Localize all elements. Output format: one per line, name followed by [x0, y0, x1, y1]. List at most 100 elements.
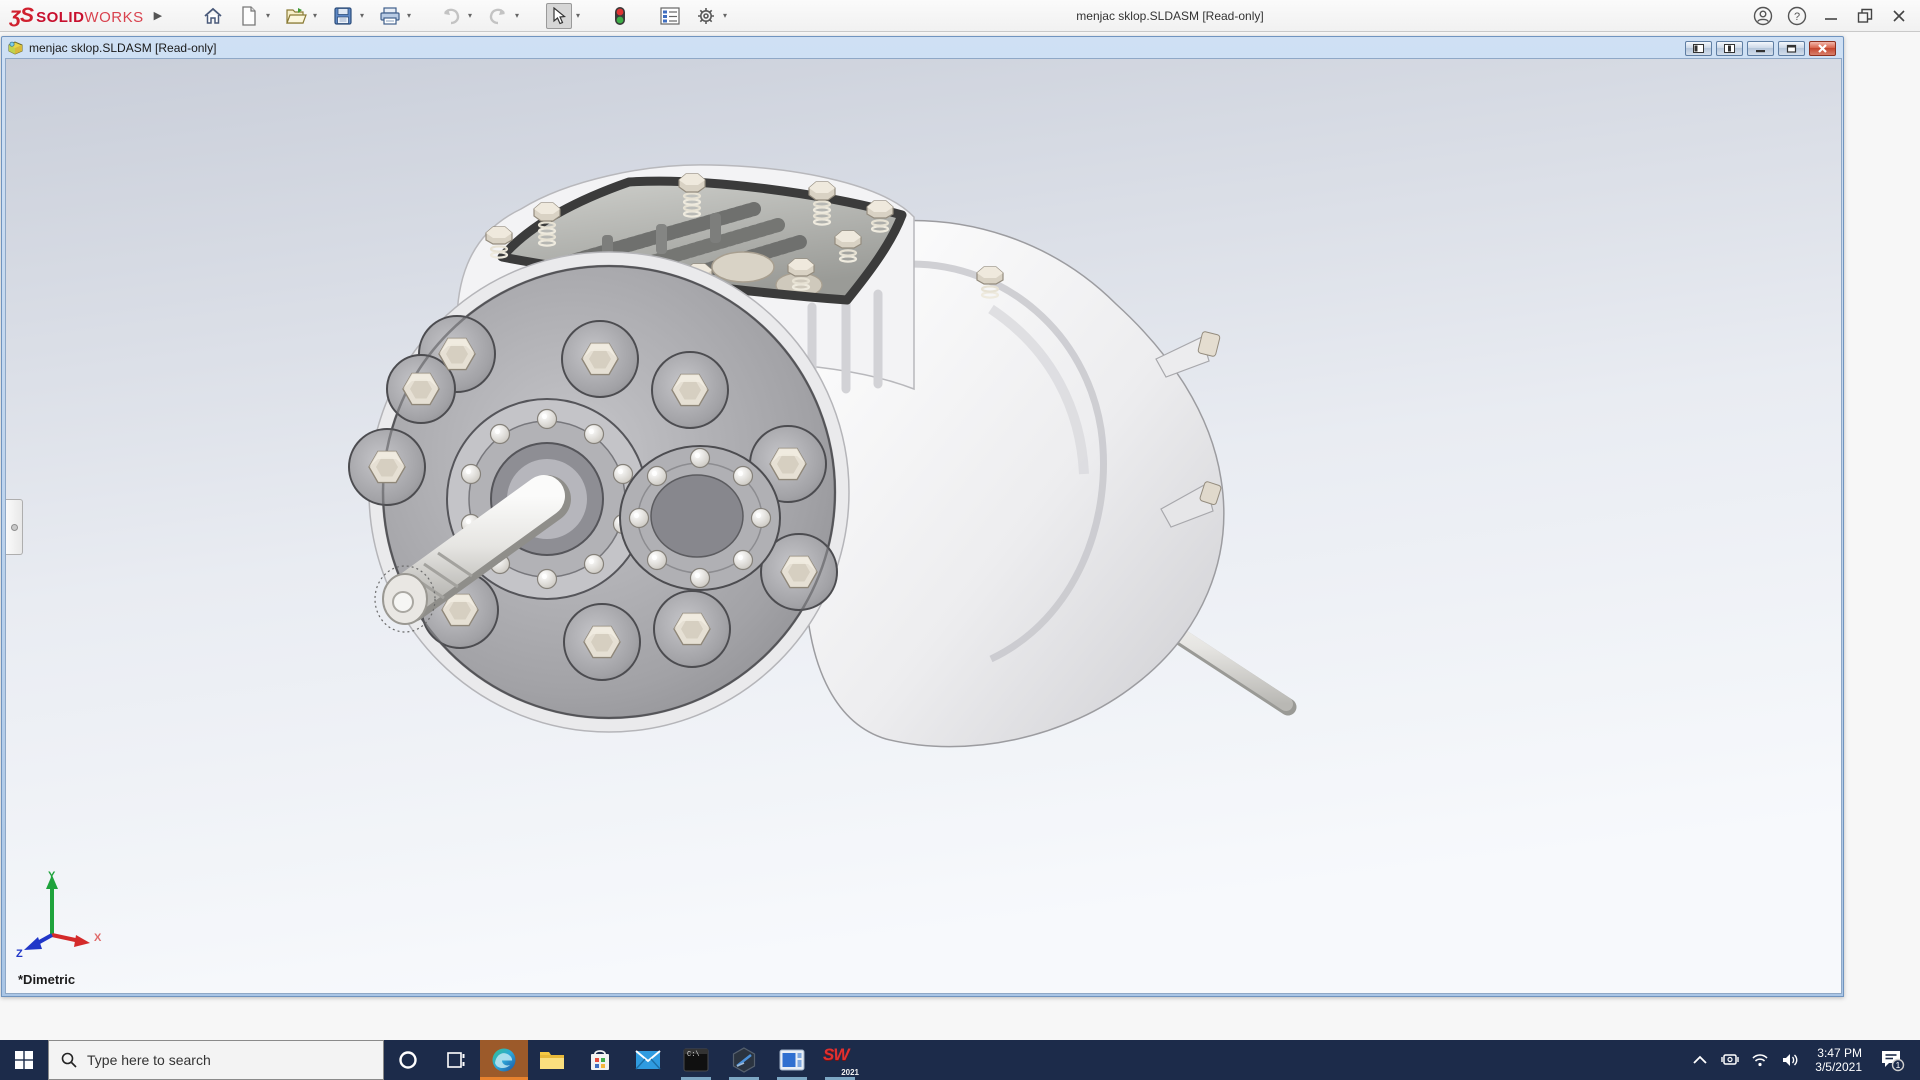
- windows-logo-icon: [15, 1051, 33, 1069]
- document-title: menjac sklop.SLDASM [Read-only]: [29, 41, 217, 55]
- action-center-button[interactable]: 1: [1872, 1040, 1912, 1080]
- undo-dropdown[interactable]: ▾: [465, 11, 475, 20]
- solidworks-logo-glyph: ʒS: [10, 3, 34, 27]
- taskbar-app-mail[interactable]: [624, 1040, 672, 1080]
- featuremanager-tab-dot: [10, 523, 18, 531]
- speaker-icon: [1783, 1054, 1798, 1066]
- taskbar-search[interactable]: [48, 1040, 384, 1080]
- orientation-triad: Y X Z: [16, 870, 102, 960]
- solidworks-icon-year: 2021: [841, 1068, 859, 1077]
- wifi-icon: [1752, 1054, 1768, 1067]
- appearance-button[interactable]: [607, 3, 633, 29]
- search-icon: [61, 1052, 77, 1068]
- open-button[interactable]: [283, 3, 309, 29]
- doc-close-button[interactable]: [1809, 40, 1836, 56]
- triad-x-label: X: [94, 932, 102, 944]
- clock-date: 3/5/2021: [1815, 1060, 1862, 1074]
- help-button[interactable]: ?: [1780, 2, 1814, 30]
- select-tool-button[interactable]: [546, 2, 573, 29]
- print-icon: [380, 6, 400, 25]
- minimize-button[interactable]: [1814, 2, 1848, 30]
- traffic-light-icon: [615, 6, 626, 25]
- task-view-button[interactable]: [432, 1040, 480, 1080]
- options-button[interactable]: [693, 3, 719, 29]
- menu-expand-arrow-icon[interactable]: ▶: [154, 9, 162, 22]
- taskbar-app-terminal[interactable]: C:\: [672, 1040, 720, 1080]
- solidworks-logo-light: WORKS: [84, 8, 144, 26]
- taskbar-app-store[interactable]: [576, 1040, 624, 1080]
- doc-minimize-button[interactable]: [1747, 40, 1774, 56]
- properties-list-icon: [660, 6, 680, 25]
- solidworks-taskbar-icon: SW 2021: [823, 1045, 859, 1077]
- doc-restore-icon: [1786, 44, 1797, 53]
- hexagon-app-icon: [732, 1047, 756, 1073]
- triad-y-label: Y: [48, 870, 56, 882]
- open-dropdown[interactable]: ▾: [310, 11, 320, 20]
- print-dropdown[interactable]: ▾: [404, 11, 414, 20]
- pane-right-icon: [1724, 43, 1735, 53]
- document-window: menjac sklop.SLDASM [Read-only] Y X Z *D…: [1, 36, 1844, 997]
- tray-meet-now[interactable]: [1715, 1040, 1745, 1080]
- taskbar-app-media[interactable]: [768, 1040, 816, 1080]
- terminal-icon: C:\: [683, 1048, 709, 1072]
- minimize-icon: [1825, 18, 1837, 20]
- undo-button[interactable]: [438, 3, 464, 29]
- options-dropdown[interactable]: ▾: [720, 11, 730, 20]
- app-toolbar: ʒS SOLID WORKS ▶ ▾ ▾ ▾ ▾ ▾ ▾ ▾ ▾ menjac …: [0, 0, 1920, 32]
- taskbar-app-file-explorer[interactable]: [528, 1040, 576, 1080]
- home-button[interactable]: [200, 3, 226, 29]
- account-icon: [1753, 6, 1773, 26]
- terminal-icon-text: C:\: [687, 1051, 700, 1059]
- redo-dropdown[interactable]: ▾: [512, 11, 522, 20]
- undo-icon: [444, 8, 460, 24]
- save-dropdown[interactable]: ▾: [357, 11, 367, 20]
- new-document-dropdown[interactable]: ▾: [263, 11, 273, 20]
- pane-left-icon: [1693, 43, 1704, 53]
- mail-icon: [635, 1050, 661, 1070]
- task-view-icon: [447, 1052, 465, 1068]
- taskbar-app-edge[interactable]: [480, 1040, 528, 1080]
- cortana-button[interactable]: [384, 1040, 432, 1080]
- select-tool-dropdown[interactable]: ▾: [573, 11, 583, 20]
- featuremanager-collapsed-tab[interactable]: [6, 499, 23, 555]
- tray-volume[interactable]: [1775, 1040, 1805, 1080]
- triad-z-label: Z: [16, 948, 23, 960]
- restore-button[interactable]: [1848, 2, 1882, 30]
- file-explorer-icon: [540, 1052, 564, 1069]
- media-app-icon: [779, 1049, 805, 1071]
- close-button[interactable]: [1882, 2, 1916, 30]
- home-icon: [204, 7, 222, 24]
- taskbar-app-hexagon[interactable]: [720, 1040, 768, 1080]
- svg-text:?: ?: [1794, 11, 1800, 23]
- cortana-icon: [399, 1051, 417, 1069]
- pane-right-button[interactable]: [1716, 40, 1743, 56]
- tray-expand-button[interactable]: [1685, 1040, 1715, 1080]
- doc-restore-button[interactable]: [1778, 40, 1805, 56]
- redo-button[interactable]: [485, 3, 511, 29]
- windows-taskbar: C:\ SW 2021: [0, 1040, 1920, 1080]
- assembly-icon: [8, 41, 23, 55]
- taskbar-app-solidworks[interactable]: SW 2021: [816, 1040, 864, 1080]
- save-button[interactable]: [330, 3, 356, 29]
- account-button[interactable]: [1746, 2, 1780, 30]
- pane-left-button[interactable]: [1685, 40, 1712, 56]
- edge-icon: [492, 1048, 516, 1072]
- tray-network[interactable]: [1745, 1040, 1775, 1080]
- document-titlebar[interactable]: menjac sklop.SLDASM [Read-only]: [5, 38, 1840, 58]
- save-icon: [334, 6, 352, 25]
- task-pane-button[interactable]: [657, 3, 683, 29]
- select-cursor-icon: [553, 6, 567, 24]
- search-input[interactable]: [87, 1052, 357, 1068]
- notification-icon: 1: [1882, 1051, 1905, 1072]
- graphics-area[interactable]: Y X Z *Dimetric: [5, 58, 1842, 994]
- print-button[interactable]: [377, 3, 403, 29]
- new-document-button[interactable]: [236, 3, 262, 29]
- view-orientation-label: *Dimetric: [18, 972, 76, 987]
- taskbar-clock[interactable]: 3:47 PM 3/5/2021: [1805, 1046, 1872, 1074]
- gearbox-model[interactable]: [6, 59, 1842, 994]
- clock-time: 3:47 PM: [1817, 1046, 1862, 1060]
- new-document-icon: [242, 5, 256, 26]
- help-icon: ?: [1787, 6, 1807, 26]
- start-button[interactable]: [0, 1040, 48, 1080]
- chevron-up-icon: [1693, 1055, 1707, 1064]
